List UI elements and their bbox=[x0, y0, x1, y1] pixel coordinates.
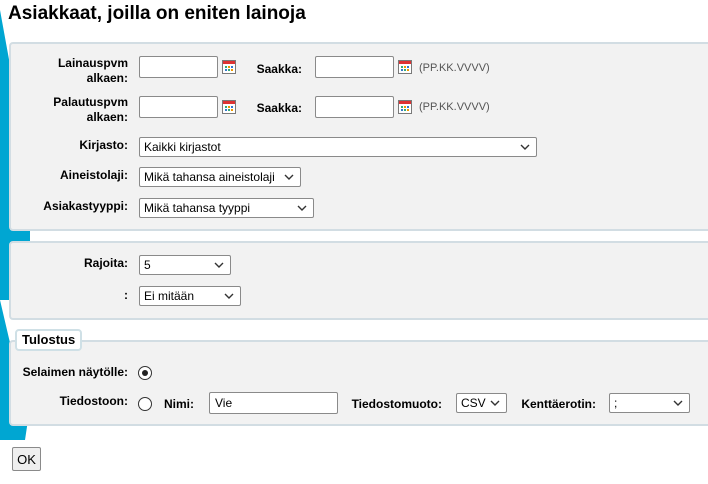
file-format-select-value: CSV bbox=[461, 396, 486, 410]
calendar-icon[interactable] bbox=[222, 100, 236, 114]
return-date-label: Palautuspvm alkaen: bbox=[53, 95, 128, 124]
radio-selected-dot bbox=[141, 369, 148, 376]
return-date-to-label: Saakka: bbox=[256, 101, 302, 115]
library-label: Kirjasto: bbox=[79, 138, 128, 152]
limit-secondary-label: : bbox=[124, 288, 128, 302]
limit-panel bbox=[9, 241, 708, 320]
chevron-down-icon bbox=[214, 262, 224, 268]
date-format-hint: (PP.KK.VVVV) bbox=[419, 62, 490, 74]
field-separator-label: Kenttäerotin: bbox=[521, 397, 596, 411]
library-select-value: Kaikki kirjastot bbox=[144, 140, 221, 154]
material-type-select[interactable]: Mikä tahansa aineistolaji bbox=[139, 167, 301, 187]
customer-type-label: Asiakastyyppi: bbox=[43, 199, 128, 213]
customer-type-select-value: Mikä tahansa tyyppi bbox=[144, 201, 251, 215]
browser-output-label: Selaimen näytölle: bbox=[22, 365, 128, 379]
limit-secondary-select[interactable]: Ei mitään bbox=[139, 286, 241, 306]
field-separator-select-value: ; bbox=[614, 396, 618, 410]
file-format-select[interactable]: CSV bbox=[456, 393, 507, 413]
field-separator-select[interactable]: ; bbox=[609, 393, 690, 413]
chevron-down-icon bbox=[520, 144, 530, 150]
chevron-down-icon bbox=[673, 400, 683, 406]
file-output-label: Tiedostoon: bbox=[59, 394, 128, 408]
file-output-radio[interactable] bbox=[138, 397, 152, 411]
material-type-select-value: Mikä tahansa aineistolaji bbox=[144, 170, 275, 184]
calendar-icon[interactable] bbox=[222, 60, 236, 74]
return-date-from-input[interactable] bbox=[139, 96, 218, 118]
library-select[interactable]: Kaikki kirjastot bbox=[139, 137, 537, 157]
chevron-down-icon bbox=[490, 400, 500, 406]
loan-date-to-input[interactable] bbox=[315, 56, 394, 78]
limit-select[interactable]: 5 bbox=[139, 255, 231, 275]
return-date-to-input[interactable] bbox=[315, 96, 394, 118]
file-name-input[interactable] bbox=[209, 392, 338, 414]
output-legend: Tulostus bbox=[15, 329, 83, 351]
limit-secondary-select-value: Ei mitään bbox=[144, 289, 195, 303]
chevron-down-icon bbox=[297, 205, 307, 211]
output-panel bbox=[9, 340, 708, 426]
loan-date-from-input[interactable] bbox=[139, 56, 218, 78]
loan-date-to-label: Saakka: bbox=[256, 62, 302, 76]
calendar-icon[interactable] bbox=[398, 100, 412, 114]
loan-date-label: Lainauspvm alkaen: bbox=[57, 56, 128, 85]
file-format-label: Tiedostomuoto: bbox=[351, 397, 442, 411]
page-title: Asiakkaat, joilla on eniten lainoja bbox=[8, 3, 306, 24]
limit-label: Rajoita: bbox=[83, 256, 128, 270]
calendar-icon[interactable] bbox=[398, 60, 412, 74]
material-type-label: Aineistolaji: bbox=[59, 168, 128, 182]
browser-output-radio[interactable] bbox=[138, 366, 152, 380]
chevron-down-icon bbox=[224, 293, 234, 299]
file-name-label: Nimi: bbox=[164, 397, 194, 411]
customer-type-select[interactable]: Mikä tahansa tyyppi bbox=[139, 198, 314, 218]
ok-button[interactable]: OK bbox=[12, 447, 41, 471]
date-format-hint: (PP.KK.VVVV) bbox=[419, 101, 490, 113]
limit-select-value: 5 bbox=[144, 258, 151, 272]
chevron-down-icon bbox=[284, 174, 294, 180]
